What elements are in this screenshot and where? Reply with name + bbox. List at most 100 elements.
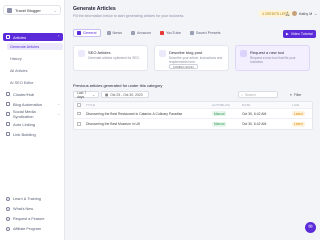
chat-support-icon[interactable]: ✉ [305, 222, 316, 233]
seo-icon [78, 50, 85, 57]
sidebar-item-whats-new[interactable]: What's New [3, 205, 63, 212]
chevron-up-icon: ⌃ [57, 35, 60, 39]
sidebar-item-social-media-syndication[interactable]: Social Media Syndication ⌄ [3, 109, 63, 119]
tab-label: News [112, 31, 123, 35]
date-range-picker[interactable]: ▦ Oct 25 - Oct 30, 2023 [101, 91, 149, 98]
share-icon [6, 112, 10, 116]
sidebar-subitem-ai-seo-editor[interactable]: AI SEO Editor [7, 79, 63, 86]
period-select[interactable]: Last 7 days ⌄ [73, 91, 99, 99]
sidebar-item-learn-training[interactable]: Learn & Training [3, 195, 63, 202]
search-placeholder: Search [244, 92, 256, 97]
autoblog-badge: Manual [212, 121, 227, 127]
tab-label: Saved Presets [195, 31, 221, 35]
source-tabs: General News Amazon YouTube Saved Preset… [73, 29, 224, 38]
article-title[interactable]: Discovering the Best Restaurant in Catan… [86, 112, 208, 116]
tab-youtube[interactable]: YouTube [157, 29, 184, 37]
tab-news[interactable]: News [104, 29, 126, 37]
chevron-down-icon: ⌄ [57, 112, 60, 116]
coming-soon-badge: COMING SOON [169, 64, 198, 69]
previous-articles-title: Previous articles generated for under th… [73, 83, 163, 88]
sidebar-item-label: Cluster/Hub [13, 91, 35, 97]
video-tutorial-button[interactable]: ▶ Video Tutorial [283, 30, 316, 38]
news-icon [106, 31, 111, 35]
request-tool-card[interactable]: Request a new tool Request a new tool th… [235, 45, 310, 71]
article-date: Oct 30, 6:42 AM [242, 122, 267, 126]
document-icon [77, 31, 81, 35]
chevron-down-icon: ⌄ [57, 102, 60, 106]
tab-saved-presets[interactable]: Saved Presets [187, 29, 224, 37]
seo-articles-card[interactable]: SEO Articles Generate articles optimized… [73, 45, 148, 71]
sidebar-item-label: All Articles [10, 68, 28, 73]
select-all-checkbox[interactable] [77, 103, 81, 107]
table-header: TITLE AUTOBLOG DATE LIVE [74, 102, 312, 109]
page-subtitle: Fill the information below to start gene… [73, 14, 185, 18]
date-range-value: Oct 25 - Oct 30, 2023 [110, 92, 143, 97]
bookmark-icon [189, 31, 194, 35]
articles-table: TITLE AUTOBLOG DATE LIVE Discovering the… [73, 101, 313, 130]
amazon-icon [131, 31, 136, 35]
plus-icon [240, 50, 247, 57]
row-checkbox[interactable] [77, 111, 81, 116]
chevron-down-icon: ⌄ [92, 92, 95, 97]
link-icon [6, 122, 10, 126]
pencil-icon [159, 50, 166, 57]
gift-icon [6, 226, 10, 231]
sidebar-item-label: What's New [13, 206, 34, 211]
table-row[interactable]: Discovering the Best Restaurant in Catan… [74, 109, 312, 119]
tab-label: General [83, 31, 97, 35]
sidebar-item-affiliate-program[interactable]: Affiliate Program [3, 225, 63, 232]
card-title: SEO Articles [88, 50, 111, 55]
row-checkbox[interactable] [77, 122, 81, 126]
sidebar-subitem-all-articles[interactable]: All Articles [7, 67, 63, 74]
column-autoblog[interactable]: AUTOBLOG [212, 103, 230, 107]
column-date[interactable]: DATE [242, 103, 251, 107]
sidebar-item-articles[interactable]: Articles ⌃ [3, 33, 63, 41]
sidebar-item-blog-automation[interactable]: Blog Automation ⌄ [3, 100, 63, 108]
sidebar-subitem-history[interactable]: History [7, 55, 63, 62]
sidebar-item-cluster-hub[interactable]: Cluster/Hub [3, 90, 63, 98]
card-description: Request a new tool that fits your busine… [250, 56, 296, 64]
sidebar-item-link-building[interactable]: Link Building [3, 130, 63, 138]
sidebar-item-request-feature[interactable]: Request a Feature [3, 215, 63, 222]
article-date: Oct 30, 6:42 AM [242, 111, 267, 116]
card-description: Describe your article, instructions and … [169, 56, 223, 64]
sidebar-item-auto-linking[interactable]: Auto Linking [3, 120, 63, 128]
filter-label: Filter [293, 92, 302, 97]
sparkle-icon [6, 206, 10, 211]
sidebar-item-label: Affiliate Program [13, 226, 41, 231]
sidebar-item-label: AI SEO Editor [10, 80, 34, 85]
tab-general[interactable]: General [73, 29, 101, 37]
article-title[interactable]: Discovering the Best Museum in UK [86, 122, 140, 126]
sidebar-subitem-generate-articles[interactable]: Generate Articles [7, 43, 63, 50]
column-live[interactable]: LIVE [292, 103, 299, 107]
table-row[interactable]: Discovering the Best Museum in UK Manual… [74, 119, 312, 129]
sidebar-item-label: Generate Articles [10, 44, 40, 49]
cluster-icon [6, 92, 10, 96]
live-status-badge: Listed [292, 111, 305, 116]
search-icon: ⌕ [241, 92, 243, 97]
card-description: Generate articles optimized for SEO. [88, 56, 140, 60]
calendar-icon: ▦ [105, 92, 109, 97]
describe-blog-post-card[interactable]: Describe blog post Describe your article… [154, 45, 229, 71]
user-menu[interactable]: Kathy M ⌄ [292, 10, 317, 17]
graduation-icon [6, 196, 10, 201]
sidebar-item-label: Link Building [13, 131, 36, 137]
tab-amazon[interactable]: Amazon [128, 29, 154, 37]
search-input[interactable]: ⌕ Search [238, 91, 278, 98]
tab-label: YouTube [165, 31, 181, 35]
workspace-icon [7, 7, 12, 13]
avatar [292, 11, 297, 16]
page-title: Generate Articles [73, 6, 116, 12]
automation-icon [6, 102, 10, 106]
filter-icon: ≡ [290, 92, 292, 97]
sidebar-item-label: Request a Feature [13, 216, 45, 221]
sidebar-item-label: Learn & Training [13, 196, 41, 201]
bell-icon[interactable]: 🔔︎ [285, 11, 290, 16]
sidebar-item-label: Auto Linking [13, 121, 36, 127]
column-title[interactable]: TITLE [86, 103, 95, 107]
workspace-switcher[interactable]: Travel Blogger ⌄ [3, 5, 61, 15]
sidebar-item-label: Blog Automation [13, 101, 43, 107]
video-tutorial-label: Video Tutorial [290, 32, 313, 36]
sidebar-item-label: Articles [13, 34, 27, 40]
filter-button[interactable]: ≡ Filter [290, 91, 302, 98]
